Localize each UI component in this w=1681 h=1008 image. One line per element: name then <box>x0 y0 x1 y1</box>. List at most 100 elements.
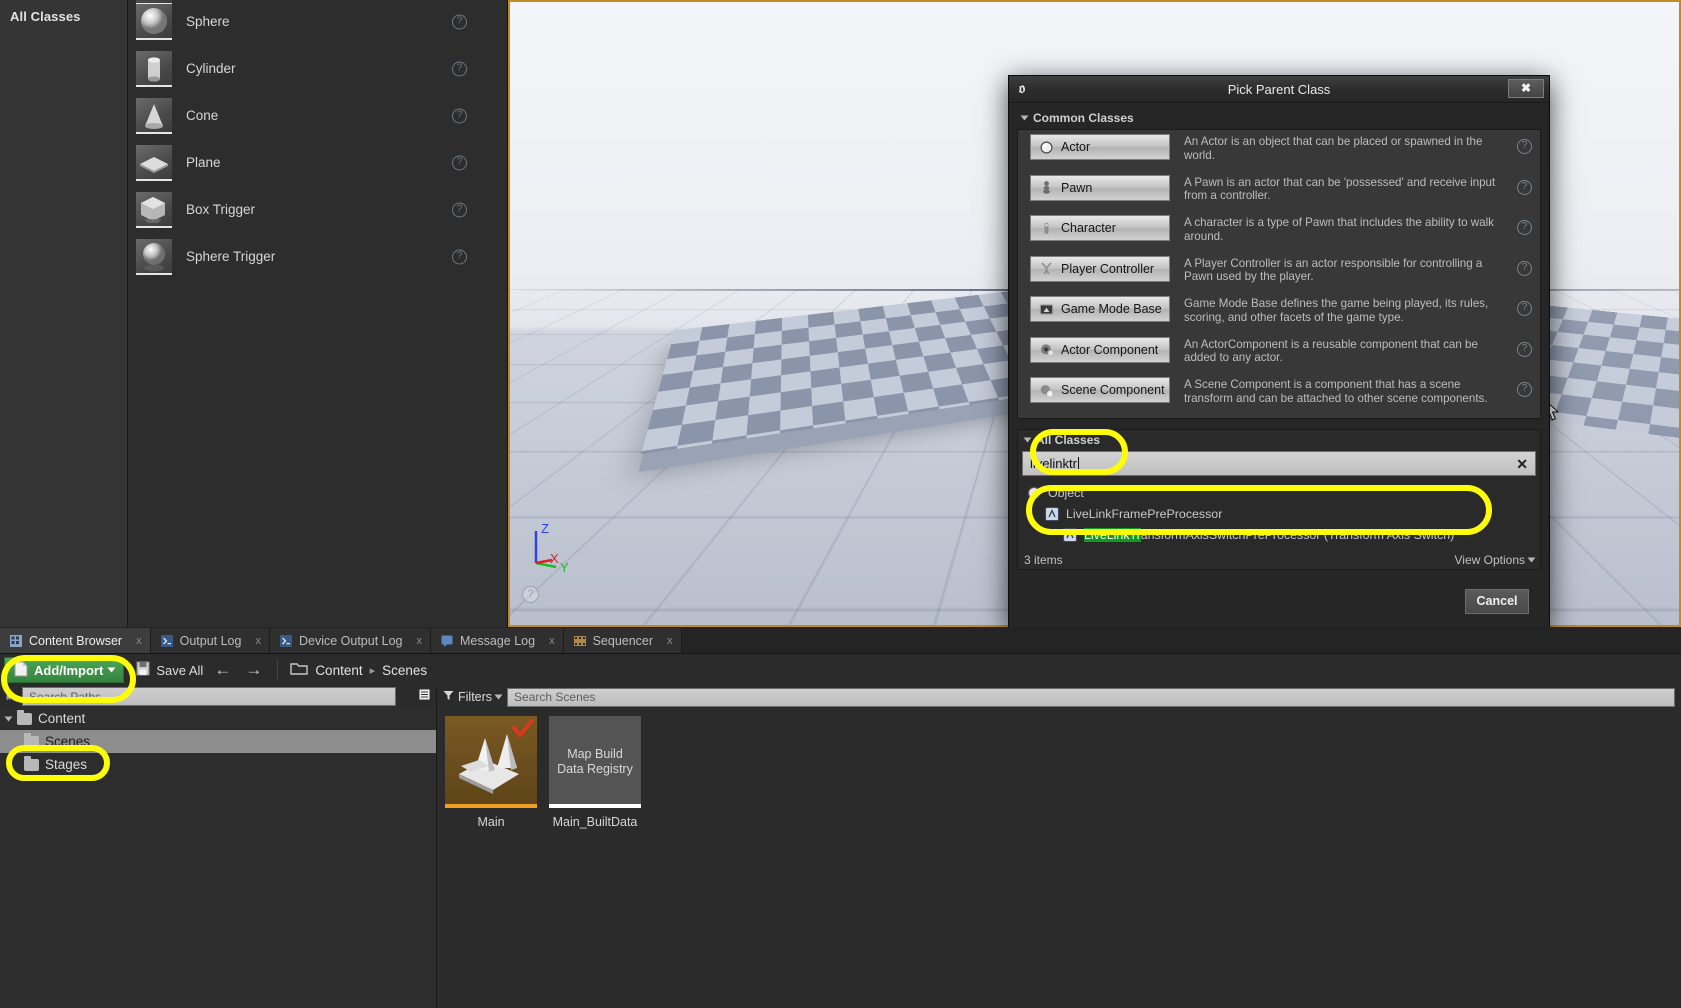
add-import-button[interactable]: Add/Import <box>4 657 125 683</box>
asset-item-main[interactable]: Main <box>445 716 537 829</box>
close-icon[interactable]: ✖ <box>1508 79 1544 98</box>
chevron-down-icon <box>107 667 116 673</box>
file-plus-icon <box>14 661 28 680</box>
tree-item-label: Content <box>38 711 86 726</box>
class-button-actor-component[interactable]: Actor Component <box>1030 336 1170 363</box>
folder-open-icon <box>290 662 309 679</box>
filters-button[interactable]: Filters <box>443 690 503 704</box>
help-icon[interactable]: ? <box>1517 382 1532 397</box>
close-icon[interactable]: x <box>417 635 423 647</box>
list-item[interactable]: Cylinder ? <box>128 45 507 92</box>
class-button-actor[interactable]: Actor <box>1030 134 1170 160</box>
search-assets-input[interactable]: Search Scenes <box>507 687 1675 707</box>
help-icon[interactable]: ? <box>1517 179 1532 195</box>
help-icon[interactable]: ? <box>452 108 467 123</box>
help-icon[interactable]: ? <box>452 14 467 29</box>
close-icon[interactable]: x <box>549 635 555 647</box>
view-options-icon[interactable] <box>418 688 431 706</box>
list-item[interactable]: Sphere Trigger ? <box>128 233 507 280</box>
cone-thumb <box>136 97 172 134</box>
class-row-actor[interactable]: Actor An Actor is an object that can be … <box>1018 130 1540 171</box>
class-button-game-mode-base[interactable]: Game Mode Base <box>1030 296 1170 322</box>
forward-button[interactable]: → <box>242 660 265 680</box>
tab-output-log[interactable]: Output Log x <box>150 628 270 653</box>
tree-row-liveLinkTransformAxisSwitchPreProcessor[interactable]: LiveLinkTr ansformAxisSwitchPreProcessor … <box>1022 524 1536 545</box>
tab-label: Content Browser <box>29 633 123 648</box>
back-button[interactable]: ← <box>211 660 234 680</box>
tab-message-log[interactable]: Message Log x <box>431 628 564 653</box>
class-button-player-controller[interactable]: Player Controller <box>1030 255 1170 282</box>
search-paths-input[interactable]: Search Paths <box>22 687 396 706</box>
class-button-pawn[interactable]: Pawn <box>1030 174 1170 201</box>
chevron-down-icon[interactable] <box>4 716 13 721</box>
asset-item-main-builtdata[interactable]: Map Build Data Registry Main_BuiltData <box>549 716 641 829</box>
class-tree[interactable]: Object LiveLinkFramePreProcessor LiveLin… <box>1022 482 1536 547</box>
class-button-character[interactable]: Character <box>1030 215 1170 241</box>
help-icon[interactable]: ? <box>1517 220 1532 235</box>
cancel-button[interactable]: Cancel <box>1465 589 1529 614</box>
help-icon[interactable]: ? <box>1517 260 1532 276</box>
tab-label: Device Output Log <box>298 633 403 648</box>
close-icon[interactable]: x <box>667 635 673 647</box>
close-icon[interactable]: x <box>255 635 261 647</box>
help-icon[interactable]: ? <box>1517 139 1532 154</box>
class-row-character[interactable]: Character A character is a type of Pawn … <box>1018 211 1540 252</box>
search-icon[interactable] <box>401 688 414 706</box>
help-icon[interactable]: ? <box>452 155 467 170</box>
class-row-pawn[interactable]: Pawn A Pawn is an actor that can be 'pos… <box>1018 171 1540 212</box>
breadcrumb-item-content[interactable]: Content <box>315 663 362 678</box>
class-row-game-mode-base[interactable]: Game Mode Base Game Mode Base defines th… <box>1018 292 1540 333</box>
help-icon[interactable]: ? <box>522 586 539 603</box>
assets-toolbar: Filters Search Scenes <box>437 686 1681 708</box>
list-item[interactable]: Plane ? <box>128 139 507 186</box>
list-item[interactable]: Sphere ? <box>128 0 507 45</box>
help-icon[interactable]: ? <box>1517 301 1532 316</box>
place-actor-label: Cone <box>186 108 219 123</box>
close-icon[interactable]: x <box>136 635 142 647</box>
plane-thumb <box>136 144 172 181</box>
chevron-down-icon <box>1527 557 1536 563</box>
class-button-scene-component[interactable]: Scene Component <box>1030 377 1170 403</box>
tree-item-content[interactable]: Content <box>0 707 436 730</box>
tree-row-liveLinkFramePreProcessor[interactable]: LiveLinkFramePreProcessor <box>1022 503 1536 524</box>
class-row-actor-component[interactable]: Actor Component An ActorComponent is a r… <box>1018 333 1540 374</box>
class-row-player-controller[interactable]: Player Controller A Player Controller is… <box>1018 252 1540 293</box>
paths-tree[interactable]: Content Scenes Stages <box>0 707 436 776</box>
all-classes-header[interactable]: All Classes <box>1018 430 1540 450</box>
save-all-button[interactable]: Save All <box>132 661 203 679</box>
help-icon[interactable]: ? <box>452 249 467 264</box>
save-all-label: Save All <box>156 662 204 678</box>
search-assets-placeholder: Search Scenes <box>514 690 596 704</box>
box-trigger-thumb <box>136 191 172 228</box>
class-row-scene-component[interactable]: Scene Component A Scene Component is a c… <box>1018 373 1540 414</box>
collapse-sources-icon[interactable]: ⇤ <box>0 690 22 704</box>
tab-device-output-log[interactable]: Device Output Log x <box>269 628 432 653</box>
level-thumb[interactable] <box>445 716 537 808</box>
sphere-thumb <box>136 3 172 40</box>
place-actors-list[interactable]: Sphere ? Cylinder ? Cone ? Plane ? Box T… <box>128 0 507 627</box>
help-icon[interactable]: ? <box>452 202 467 217</box>
tree-item-scenes[interactable]: Scenes <box>0 730 436 753</box>
list-item[interactable]: Cone ? <box>128 92 507 139</box>
tree-row-object[interactable]: Object <box>1022 482 1536 503</box>
help-icon[interactable]: ? <box>1517 341 1532 357</box>
chevron-down-icon <box>494 694 503 700</box>
help-icon[interactable]: ? <box>452 61 467 76</box>
dialog-titlebar[interactable]: 𝔬 Pick Parent Class ✖ <box>1009 76 1549 103</box>
tab-sequencer[interactable]: Sequencer x <box>563 628 682 653</box>
player-controller-icon <box>1039 261 1054 276</box>
view-options-button[interactable]: View Options <box>1455 553 1536 567</box>
object-icon <box>1026 485 1042 501</box>
class-description: A Player Controller is an actor responsi… <box>1184 256 1483 284</box>
tab-content-browser[interactable]: Content Browser x <box>0 628 151 653</box>
list-item[interactable]: Box Trigger ? <box>128 186 507 233</box>
tree-item-stages[interactable]: Stages <box>0 753 436 776</box>
class-label: Pawn <box>1061 180 1093 195</box>
text-thumb[interactable]: Map Build Data Registry <box>549 716 641 808</box>
clear-search-icon[interactable]: ✕ <box>1516 456 1528 472</box>
message-log-icon <box>440 634 454 648</box>
place-actors-tab-all-classes[interactable]: All Classes <box>0 0 127 24</box>
common-classes-header[interactable]: Common Classes <box>1015 107 1543 129</box>
class-search-input[interactable]: livelinktr ✕ <box>1022 451 1536 476</box>
breadcrumb-item-scenes[interactable]: Scenes <box>382 663 427 678</box>
